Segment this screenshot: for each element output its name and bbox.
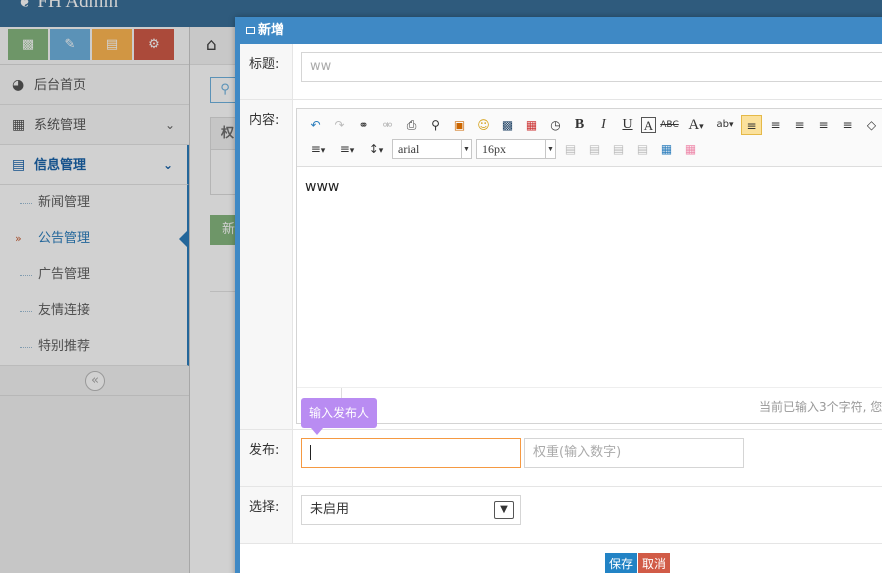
table-insert-row-icon[interactable]: ▤ [560, 139, 581, 159]
font-family-value: arial [398, 142, 420, 156]
publisher-tooltip: 输入发布人 [301, 398, 378, 435]
video-icon[interactable]: ▩ [497, 115, 518, 135]
chevron-down-icon: ▼ [461, 140, 471, 158]
forecolor-icon[interactable]: A▾ [683, 115, 709, 135]
rowspacing-top-icon[interactable]: ≡▾ [305, 139, 331, 159]
table-merge-icon[interactable]: ▤ [632, 139, 653, 159]
text-cursor [310, 445, 311, 460]
save-button[interactable]: 保存 [605, 553, 638, 573]
undo-icon[interactable]: ↶ [305, 115, 326, 135]
content-label: 内容: [240, 100, 293, 429]
select-label: 选择: [240, 487, 293, 543]
calendar-icon[interactable]: ▦ [521, 115, 542, 135]
publisher-input[interactable] [301, 438, 521, 468]
add-dialog: 新增 标题: ww 内容: ↶ ↷ ⚭ ⚮ ⎙ ⚲ ▣ ☺ ▩ ▦ ◷ B I U A ABC A▾ ab▾ ≡ ≡ ≡… [235, 17, 882, 573]
indent-icon[interactable]: ≡ [837, 115, 858, 135]
font-size-value: 16px [482, 142, 506, 156]
delete-table-icon[interactable]: ▦ [680, 139, 701, 159]
cancel-button[interactable]: 取消 [638, 553, 671, 573]
dialog-title: 新增 [258, 23, 285, 38]
eraser-icon[interactable]: ◇ [861, 115, 882, 135]
redo-icon[interactable]: ↷ [329, 115, 350, 135]
underline-icon[interactable]: U [617, 115, 638, 135]
rich-text-editor: ↶ ↷ ⚭ ⚮ ⎙ ⚲ ▣ ☺ ▩ ▦ ◷ B I U A ABC A▾ ab▾ ≡ ≡ ≡ ≡ ≡ ◇ ≡▾ ≡▾ ↕▾ aria… [296, 108, 882, 424]
title-input[interactable]: ww [301, 52, 882, 82]
image-icon[interactable]: ▣ [449, 115, 470, 135]
table-delete-row-icon[interactable]: ▤ [608, 139, 629, 159]
content-row: 内容: ↶ ↷ ⚭ ⚮ ⎙ ⚲ ▣ ☺ ▩ ▦ ◷ B I U A ABC A▾ ab▾ ≡ ≡ ≡ ≡ ≡ ◇ ≡▾ ≡▾ ↕▾… [240, 100, 882, 430]
window-icon [246, 27, 255, 34]
table-insert-col-icon[interactable]: ▤ [584, 139, 605, 159]
justify-full-icon[interactable]: ≡ [813, 115, 834, 135]
status-value: 未启用 [310, 502, 350, 517]
emotion-icon[interactable]: ☺ [473, 115, 494, 135]
time-icon[interactable]: ◷ [545, 115, 566, 135]
dialog-buttons: 保存 取消 [605, 553, 671, 573]
font-family-select[interactable]: arial ▼ [392, 139, 472, 159]
rowspacing-bottom-icon[interactable]: ≡▾ [334, 139, 360, 159]
editor-footer: 当前已输入3个字符, 您 [297, 387, 882, 423]
weight-input[interactable]: 权重(输入数字) [524, 438, 744, 468]
dialog-titlebar[interactable]: 新增 [240, 17, 882, 44]
select-row: 选择: 未启用 ▼ [240, 487, 882, 544]
italic-icon[interactable]: I [593, 115, 614, 135]
font-size-select[interactable]: 16px ▼ [476, 139, 556, 159]
link-icon[interactable]: ⚭ [353, 115, 374, 135]
status-select[interactable]: 未启用 ▼ [301, 495, 521, 525]
chevron-down-icon: ▼ [545, 140, 555, 158]
editor-body[interactable]: www [297, 167, 882, 387]
insert-table-icon[interactable]: ▦ [656, 139, 677, 159]
publish-row: 发布: 权重(输入数字) [240, 430, 882, 487]
justify-right-icon[interactable]: ≡ [789, 115, 810, 135]
unlink-icon[interactable]: ⚮ [377, 115, 398, 135]
justify-center-icon[interactable]: ≡ [765, 115, 786, 135]
fontborder-icon[interactable]: A [641, 117, 656, 133]
publish-label: 发布: [240, 430, 293, 486]
strikethrough-icon[interactable]: ABC [659, 115, 680, 135]
print-icon[interactable]: ⎙ [401, 115, 422, 135]
char-count: 当前已输入3个字符, 您 [759, 400, 882, 414]
bold-icon[interactable]: B [569, 115, 590, 135]
editor-toolbar: ↶ ↷ ⚭ ⚮ ⎙ ⚲ ▣ ☺ ▩ ▦ ◷ B I U A ABC A▾ ab▾ ≡ ≡ ≡ ≡ ≡ ◇ ≡▾ ≡▾ ↕▾ aria… [297, 109, 882, 167]
preview-icon[interactable]: ⚲ [425, 115, 446, 135]
title-row: 标题: ww [240, 44, 882, 100]
justify-left-icon[interactable]: ≡ [741, 115, 762, 135]
lineheight-icon[interactable]: ↕▾ [363, 139, 389, 159]
chevron-down-icon: ▼ [494, 501, 514, 519]
backcolor-icon[interactable]: ab▾ [712, 115, 738, 135]
title-label: 标题: [240, 44, 293, 99]
